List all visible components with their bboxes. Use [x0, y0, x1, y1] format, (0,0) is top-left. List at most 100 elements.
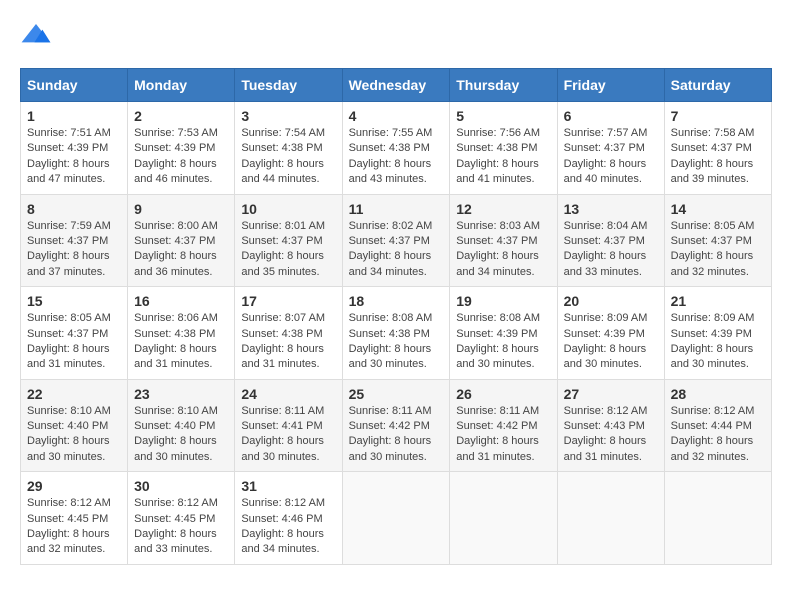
calendar-cell: 25 Sunrise: 8:11 AMSunset: 4:42 PMDayligh…: [342, 379, 450, 472]
calendar-cell: 3 Sunrise: 7:54 AMSunset: 4:38 PMDaylight…: [235, 102, 342, 195]
day-number: 29: [27, 478, 121, 494]
calendar-week-5: 29 Sunrise: 8:12 AMSunset: 4:45 PMDayligh…: [21, 472, 772, 565]
day-detail: Sunrise: 8:01 AMSunset: 4:37 PMDaylight:…: [241, 219, 335, 281]
calendar-cell: 14 Sunrise: 8:05 AMSunset: 4:37 PMDayligh…: [664, 194, 771, 287]
day-number: 1: [27, 108, 121, 124]
calendar-cell: 27 Sunrise: 8:12 AMSunset: 4:43 PMDayligh…: [557, 379, 664, 472]
day-number: 19: [456, 293, 550, 309]
calendar-cell: 5 Sunrise: 7:56 AMSunset: 4:38 PMDaylight…: [450, 102, 557, 195]
day-detail: Sunrise: 8:05 AMSunset: 4:37 PMDaylight:…: [27, 311, 121, 373]
calendar-cell: 13 Sunrise: 8:04 AMSunset: 4:37 PMDayligh…: [557, 194, 664, 287]
day-header-sunday: Sunday: [21, 69, 128, 102]
day-number: 14: [671, 201, 765, 217]
calendar-week-3: 15 Sunrise: 8:05 AMSunset: 4:37 PMDayligh…: [21, 287, 772, 380]
day-number: 18: [349, 293, 444, 309]
day-number: 4: [349, 108, 444, 124]
day-number: 13: [564, 201, 658, 217]
day-detail: Sunrise: 8:05 AMSunset: 4:37 PMDaylight:…: [671, 219, 765, 281]
calendar-cell: 20 Sunrise: 8:09 AMSunset: 4:39 PMDayligh…: [557, 287, 664, 380]
day-detail: Sunrise: 7:53 AMSunset: 4:39 PMDaylight:…: [134, 126, 228, 188]
day-detail: Sunrise: 8:08 AMSunset: 4:38 PMDaylight:…: [349, 311, 444, 373]
day-number: 9: [134, 201, 228, 217]
logo: [20, 20, 56, 52]
day-detail: Sunrise: 8:10 AMSunset: 4:40 PMDaylight:…: [27, 404, 121, 466]
calendar-week-4: 22 Sunrise: 8:10 AMSunset: 4:40 PMDayligh…: [21, 379, 772, 472]
calendar-cell: 11 Sunrise: 8:02 AMSunset: 4:37 PMDayligh…: [342, 194, 450, 287]
calendar-cell: 17Sunrise: 8:07 AMSunset: 4:38 PMDayligh…: [235, 287, 342, 380]
day-detail: Sunrise: 8:08 AMSunset: 4:39 PMDaylight:…: [456, 311, 550, 373]
day-number: 6: [564, 108, 658, 124]
day-detail: Sunrise: 8:06 AMSunset: 4:38 PMDaylight:…: [134, 311, 228, 373]
day-detail: Sunrise: 8:12 AMSunset: 4:45 PMDaylight:…: [27, 496, 121, 558]
day-number: 17: [241, 293, 335, 309]
calendar-cell: 16 Sunrise: 8:06 AMSunset: 4:38 PMDayligh…: [128, 287, 235, 380]
day-detail: Sunrise: 7:54 AMSunset: 4:38 PMDaylight:…: [241, 126, 335, 188]
calendar-cell: [342, 472, 450, 565]
day-detail: Sunrise: 8:09 AMSunset: 4:39 PMDaylight:…: [671, 311, 765, 373]
day-number: 15: [27, 293, 121, 309]
calendar-week-2: 8Sunrise: 7:59 AMSunset: 4:37 PMDaylight…: [21, 194, 772, 287]
day-number: 30: [134, 478, 228, 494]
day-number: 5: [456, 108, 550, 124]
calendar-cell: 30 Sunrise: 8:12 AMSunset: 4:45 PMDayligh…: [128, 472, 235, 565]
day-detail: Sunrise: 8:04 AMSunset: 4:37 PMDaylight:…: [564, 219, 658, 281]
day-detail: Sunrise: 8:02 AMSunset: 4:37 PMDaylight:…: [349, 219, 444, 281]
day-number: 26: [456, 386, 550, 402]
day-number: 11: [349, 201, 444, 217]
day-header-saturday: Saturday: [664, 69, 771, 102]
calendar-cell: 23Sunrise: 8:10 AMSunset: 4:40 PMDayligh…: [128, 379, 235, 472]
day-number: 12: [456, 201, 550, 217]
day-detail: Sunrise: 8:12 AMSunset: 4:43 PMDaylight:…: [564, 404, 658, 466]
calendar-cell: 2 Sunrise: 7:53 AMSunset: 4:39 PMDaylight…: [128, 102, 235, 195]
calendar-cell: [557, 472, 664, 565]
day-detail: Sunrise: 8:09 AMSunset: 4:39 PMDaylight:…: [564, 311, 658, 373]
calendar-cell: 21 Sunrise: 8:09 AMSunset: 4:39 PMDayligh…: [664, 287, 771, 380]
day-header-thursday: Thursday: [450, 69, 557, 102]
day-number: 20: [564, 293, 658, 309]
day-header-friday: Friday: [557, 69, 664, 102]
calendar-cell: 24 Sunrise: 8:11 AMSunset: 4:41 PMDayligh…: [235, 379, 342, 472]
day-detail: Sunrise: 8:12 AMSunset: 4:46 PMDaylight:…: [241, 496, 335, 558]
calendar-cell: 26 Sunrise: 8:11 AMSunset: 4:42 PMDayligh…: [450, 379, 557, 472]
calendar-table: SundayMondayTuesdayWednesdayThursdayFrid…: [20, 68, 772, 565]
calendar-cell: 18 Sunrise: 8:08 AMSunset: 4:38 PMDayligh…: [342, 287, 450, 380]
day-number: 10: [241, 201, 335, 217]
day-detail: Sunrise: 7:55 AMSunset: 4:38 PMDaylight:…: [349, 126, 444, 188]
calendar-cell: 12Sunrise: 8:03 AMSunset: 4:37 PMDayligh…: [450, 194, 557, 287]
day-detail: Sunrise: 8:11 AMSunset: 4:42 PMDaylight:…: [456, 404, 550, 466]
day-number: 3: [241, 108, 335, 124]
day-header-tuesday: Tuesday: [235, 69, 342, 102]
day-number: 31: [241, 478, 335, 494]
day-number: 8: [27, 201, 121, 217]
logo-icon: [20, 20, 52, 52]
calendar-cell: 22 Sunrise: 8:10 AMSunset: 4:40 PMDayligh…: [21, 379, 128, 472]
calendar-cell: 1 Sunrise: 7:51 AMSunset: 4:39 PMDaylight…: [21, 102, 128, 195]
day-detail: Sunrise: 7:56 AMSunset: 4:38 PMDaylight:…: [456, 126, 550, 188]
day-number: 27: [564, 386, 658, 402]
calendar-cell: 4 Sunrise: 7:55 AMSunset: 4:38 PMDaylight…: [342, 102, 450, 195]
day-number: 28: [671, 386, 765, 402]
calendar-cell: 15 Sunrise: 8:05 AMSunset: 4:37 PMDayligh…: [21, 287, 128, 380]
calendar-cell: 10 Sunrise: 8:01 AMSunset: 4:37 PMDayligh…: [235, 194, 342, 287]
day-detail: Sunrise: 8:10 AMSunset: 4:40 PMDaylight:…: [134, 404, 228, 466]
day-header-wednesday: Wednesday: [342, 69, 450, 102]
calendar-cell: 19 Sunrise: 8:08 AMSunset: 4:39 PMDayligh…: [450, 287, 557, 380]
calendar-header-row: SundayMondayTuesdayWednesdayThursdayFrid…: [21, 69, 772, 102]
day-number: 16: [134, 293, 228, 309]
day-detail: Sunrise: 8:11 AMSunset: 4:42 PMDaylight:…: [349, 404, 444, 466]
day-detail: Sunrise: 8:12 AMSunset: 4:45 PMDaylight:…: [134, 496, 228, 558]
day-number: 2: [134, 108, 228, 124]
day-number: 24: [241, 386, 335, 402]
calendar-cell: [664, 472, 771, 565]
day-number: 21: [671, 293, 765, 309]
day-detail: Sunrise: 7:57 AMSunset: 4:37 PMDaylight:…: [564, 126, 658, 188]
day-number: 22: [27, 386, 121, 402]
day-detail: Sunrise: 8:11 AMSunset: 4:41 PMDaylight:…: [241, 404, 335, 466]
calendar-cell: 28Sunrise: 8:12 AMSunset: 4:44 PMDayligh…: [664, 379, 771, 472]
day-number: 25: [349, 386, 444, 402]
day-detail: Sunrise: 7:51 AMSunset: 4:39 PMDaylight:…: [27, 126, 121, 188]
calendar-cell: [450, 472, 557, 565]
calendar-cell: 7Sunrise: 7:58 AMSunset: 4:37 PMDaylight…: [664, 102, 771, 195]
calendar-cell: 31 Sunrise: 8:12 AMSunset: 4:46 PMDayligh…: [235, 472, 342, 565]
day-number: 7: [671, 108, 765, 124]
